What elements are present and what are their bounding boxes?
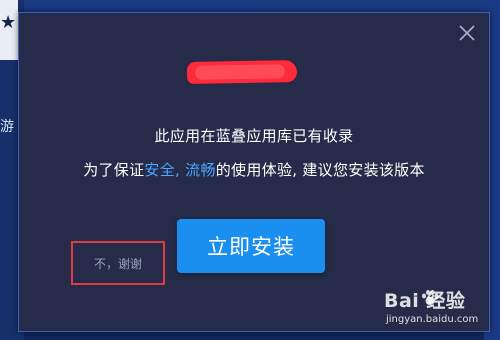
install-prompt-dialog: 此应用在蓝叠应用库已有收录 为了保证安全, 流畅的使用体验, 建议您安装该版本 … xyxy=(18,12,490,332)
app-name-redaction xyxy=(186,60,298,84)
background-app-tile[interactable]: ★ xyxy=(0,0,18,60)
paw-icon xyxy=(422,290,439,305)
no-thanks-button[interactable]: 不，谢谢 xyxy=(71,241,165,285)
close-button[interactable] xyxy=(457,23,477,43)
message-line-2-prefix: 为了保证 xyxy=(83,161,145,179)
message-line-1: 此应用在蓝叠应用库已有收录 xyxy=(154,127,354,145)
close-icon xyxy=(459,25,475,41)
baidu-jingyan-watermark: Bai 经验 jingyan.baidu.com xyxy=(384,286,496,336)
star-icon: ★ xyxy=(0,12,17,33)
message-highlight: 安全, 流畅 xyxy=(144,161,216,179)
install-now-label: 立即安装 xyxy=(207,235,295,259)
message-line-2: 为了保证安全, 流畅的使用体验, 建议您安装该版本 xyxy=(19,159,489,180)
watermark-url: jingyan.baidu.com xyxy=(386,314,479,325)
no-thanks-label: 不，谢谢 xyxy=(93,256,142,271)
background-left-label: 游 xyxy=(0,119,14,135)
message-line-2-suffix: 的使用体验, 建议您安装该版本 xyxy=(215,161,425,179)
install-now-button[interactable]: 立即安装 xyxy=(177,219,325,273)
